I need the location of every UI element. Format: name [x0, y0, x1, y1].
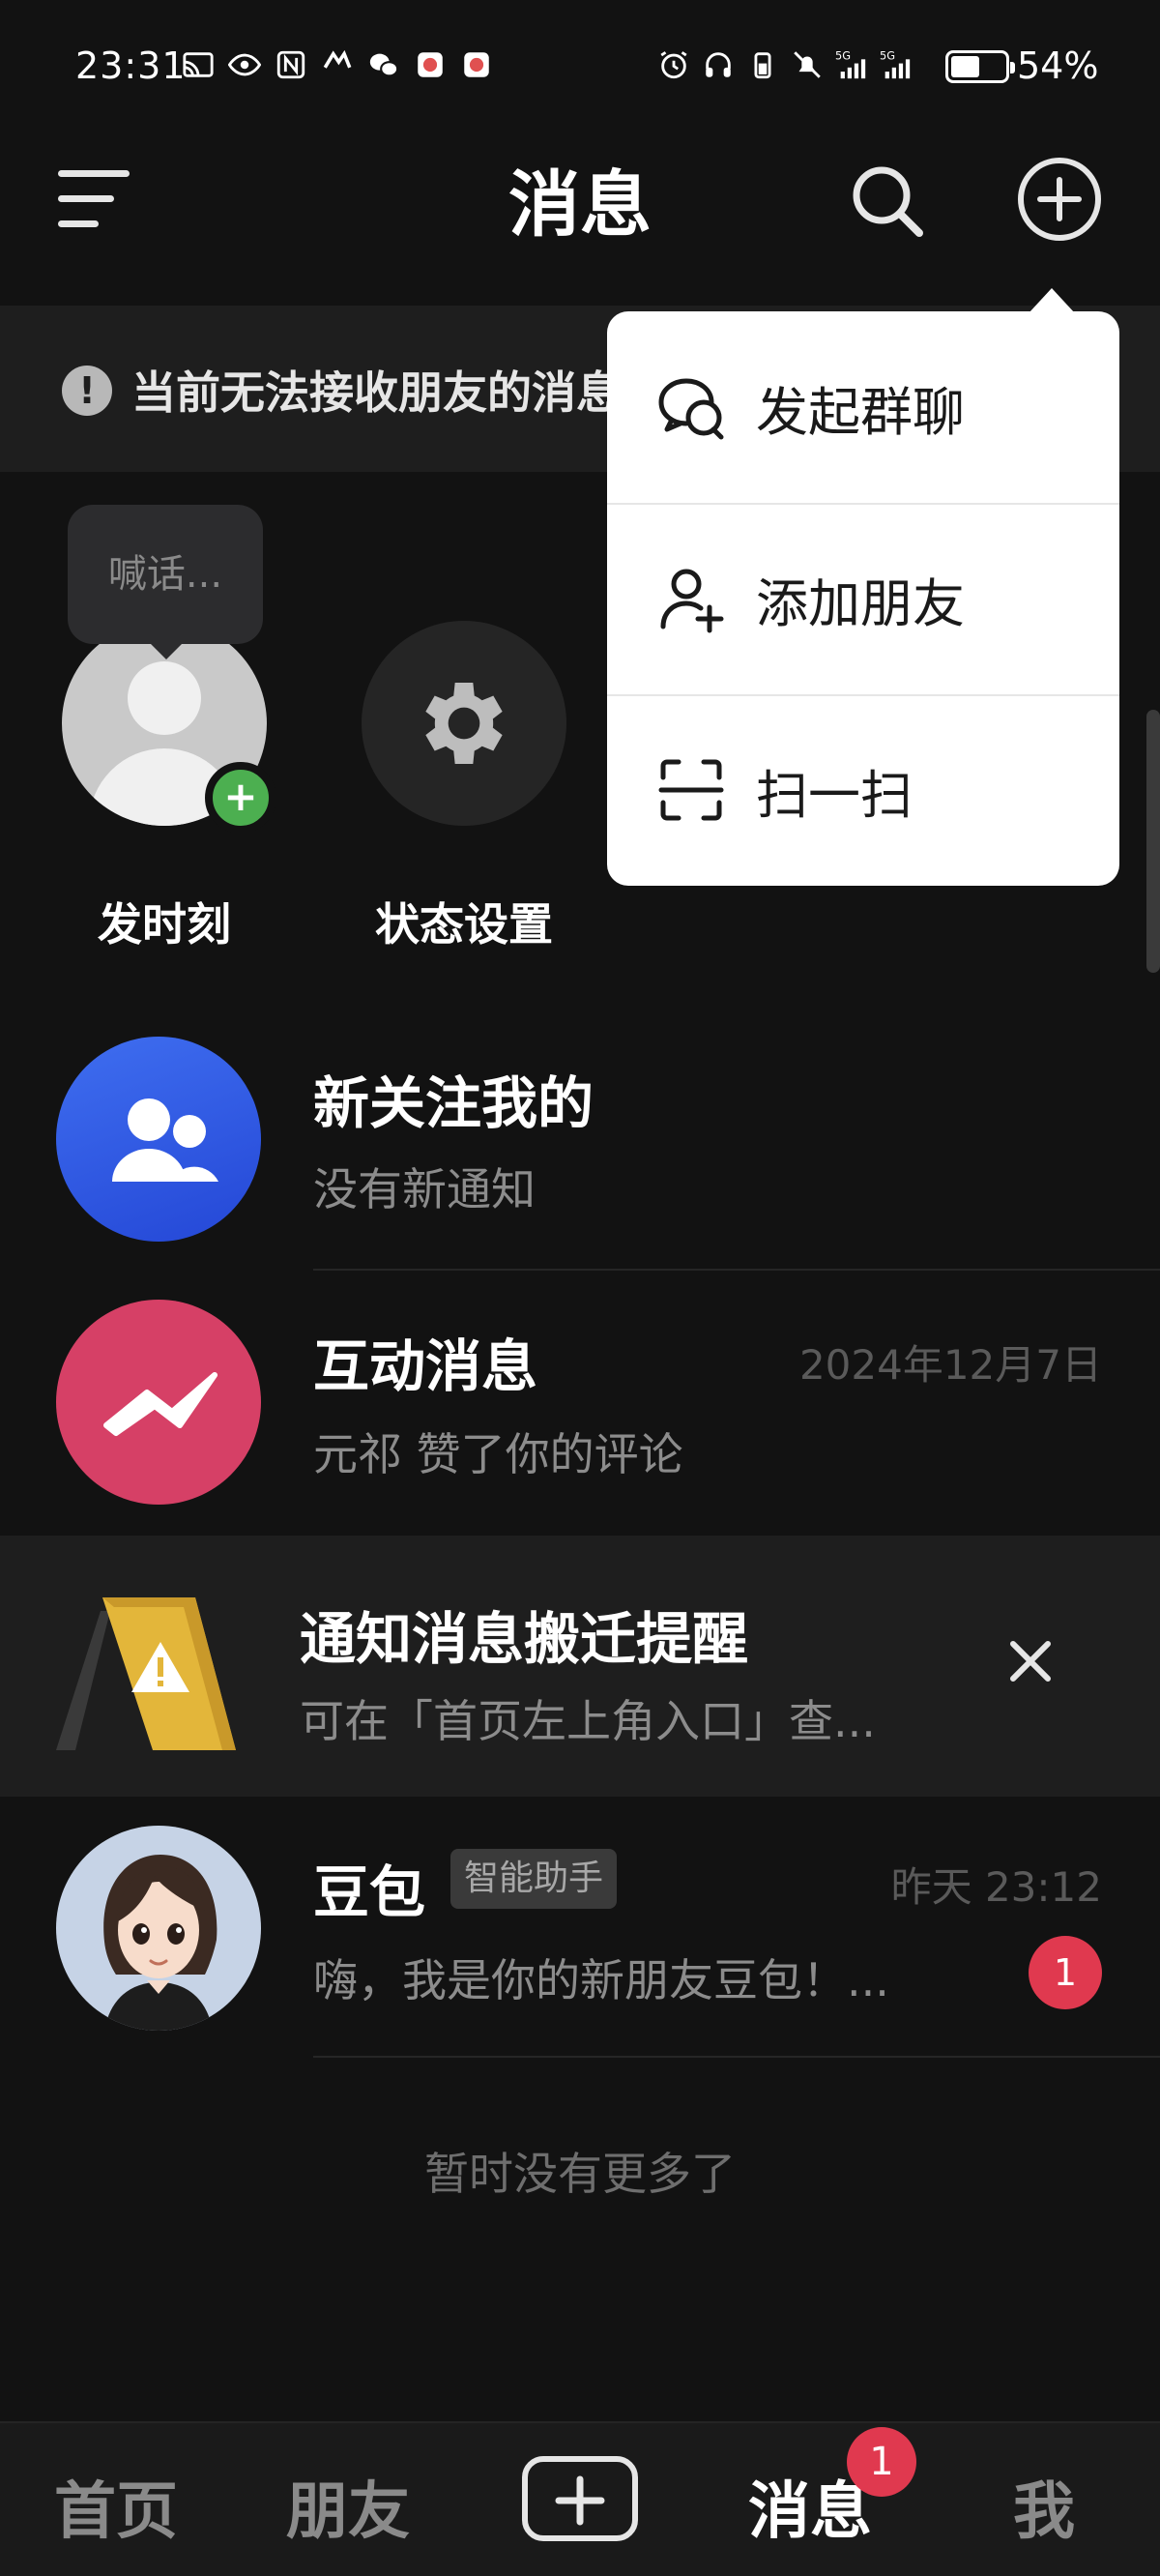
status-settings-button[interactable]	[362, 621, 566, 826]
dropdown-menu: 发起群聊 添加朋友 扫一扫	[607, 311, 1119, 886]
gear-icon	[425, 683, 503, 764]
new-followers-avatar[interactable]	[56, 1037, 261, 1242]
divider	[313, 1269, 1160, 1271]
device-battery-icon	[746, 48, 779, 81]
menu-item-label: 扫一扫	[756, 764, 913, 826]
dropdown-arrow	[1029, 288, 1075, 313]
menu-item-group-chat[interactable]: 发起群聊	[607, 311, 1119, 503]
scrollbar[interactable]	[1146, 710, 1160, 973]
alarm-icon	[657, 48, 690, 81]
status-icons-right: 5G 5G	[657, 48, 913, 81]
lightning-icon	[103, 1372, 218, 1436]
doubao-preview: 嗨，我是你的新朋友豆包！...	[313, 1954, 889, 2006]
add-friend-icon	[660, 569, 724, 633]
plus-icon	[555, 2475, 605, 2526]
add-circle-icon[interactable]	[1015, 155, 1104, 244]
end-of-list-text: 暂时没有更多了	[424, 2148, 736, 2200]
battery-icon	[945, 50, 1015, 83]
nav-home[interactable]: 首页	[48, 2462, 184, 2551]
ai-assistant-badge: 智能助手	[450, 1849, 618, 1909]
menu-item-label: 发起群聊	[756, 381, 965, 443]
doubao-time: 昨天 23:12	[890, 1863, 1102, 1911]
status-time: 23:31	[75, 44, 187, 87]
doubao-avatar[interactable]	[56, 1826, 261, 2031]
svg-text:5G: 5G	[880, 48, 895, 62]
list-item-title[interactable]: 新关注我的	[313, 1058, 594, 1139]
create-button[interactable]	[522, 2456, 638, 2541]
menu-item-label: 添加朋友	[756, 572, 965, 634]
divider	[313, 2056, 1160, 2058]
signal-icon-1: 5G	[835, 48, 868, 81]
list-item-subtitle: 没有新通知	[313, 1163, 536, 1215]
close-icon[interactable]	[1003, 1634, 1058, 1688]
bubble-tail	[145, 638, 188, 659]
battery-fill	[951, 56, 980, 77]
group-chat-icon	[658, 378, 724, 440]
notice-subtitle: 可在「首页左上角入口」查...	[300, 1695, 876, 1747]
plus-icon[interactable]: +	[205, 762, 276, 834]
signal-icon-2: 5G	[880, 48, 913, 81]
menu-item-scan[interactable]: 扫一扫	[607, 694, 1119, 886]
notice-title: 通知消息搬迁提醒	[300, 1606, 749, 1672]
scan-icon	[658, 759, 724, 821]
search-icon[interactable]	[847, 161, 928, 242]
shout-bubble[interactable]: 喊话...	[68, 505, 263, 644]
list-item-title[interactable]: 互动消息	[313, 1321, 537, 1402]
warning-text: 当前无法接收朋友的消息	[131, 366, 615, 419]
interaction-avatar[interactable]	[56, 1300, 261, 1505]
warning-sign-icon	[54, 1582, 257, 1752]
app-icon	[321, 48, 354, 81]
eye-icon	[228, 48, 261, 81]
svg-text:5G: 5G	[835, 48, 851, 62]
nfc-icon	[275, 48, 307, 81]
battery-percent: 54%	[1017, 44, 1099, 87]
page-title: 消息	[508, 163, 652, 247]
nav-me[interactable]: 我	[976, 2462, 1112, 2551]
wechat-icon	[367, 48, 400, 81]
cast-icon	[182, 48, 215, 81]
mute-icon	[791, 48, 824, 81]
unread-badge: 1	[1029, 1936, 1102, 2009]
people-icon	[112, 1098, 218, 1182]
status-icons-left	[182, 48, 493, 81]
nav-friends[interactable]: 朋友	[280, 2462, 416, 2551]
notification-app-icon-1	[414, 48, 447, 81]
list-item-time: 2024年12月7日	[798, 1341, 1102, 1389]
post-moment-label[interactable]: 发时刻	[60, 890, 269, 953]
exclamation-icon: !	[62, 366, 112, 416]
list-item-subtitle: 元祁 赞了你的评论	[313, 1428, 683, 1480]
notification-app-icon-2	[460, 48, 493, 81]
messages-badge: 1	[847, 2427, 916, 2497]
doubao-name[interactable]: 豆包	[313, 1847, 425, 1928]
headphones-icon	[702, 48, 735, 81]
status-settings-label[interactable]: 状态设置	[346, 890, 582, 953]
menu-item-add-friend[interactable]: 添加朋友	[607, 503, 1119, 694]
